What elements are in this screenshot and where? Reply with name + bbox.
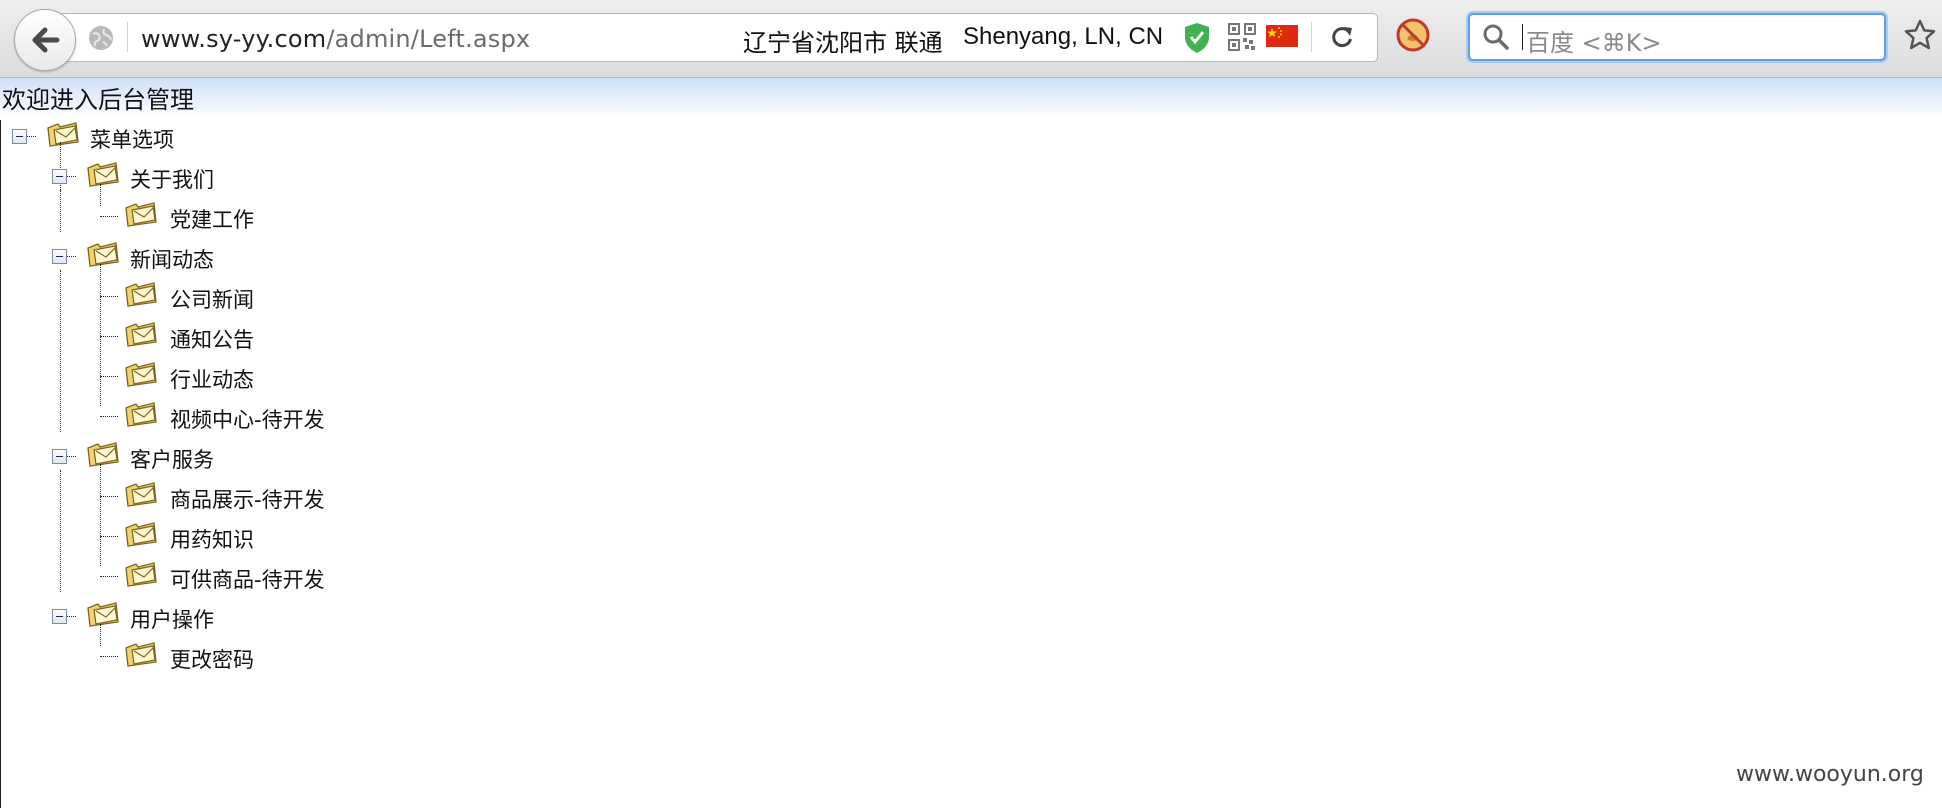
tree-node-label: 新闻动态	[130, 248, 214, 272]
collapse-toggle-icon[interactable]	[12, 129, 27, 144]
tree-node-label: 可供商品-待开发	[170, 568, 325, 592]
browser-toolbar: www.sy-yy.com/admin/Left.aspx 辽宁省沈阳市 联通 …	[0, 0, 1942, 78]
china-flag-icon[interactable]	[1266, 25, 1298, 51]
tree-node-label: 菜单选项	[90, 128, 174, 152]
collapse-toggle-icon[interactable]	[52, 609, 67, 624]
tree-node-label: 党建工作	[170, 208, 254, 232]
tree-leaf-node[interactable]: 公司新闻	[0, 280, 380, 312]
folder-icon	[124, 280, 158, 312]
search-box[interactable]: 百度 <⌘K>	[1468, 13, 1886, 61]
folder-icon	[124, 640, 158, 672]
tree-leaf-node[interactable]: 视频中心-待开发	[0, 400, 380, 432]
tree-group-node[interactable]: 关于我们	[0, 160, 380, 192]
menu-tree: 菜单选项 关于我们 党建工作 新闻动态 公司新闻 通知公告 行业动态 视频中心-…	[0, 118, 400, 678]
tree-group-node[interactable]: 用户操作	[0, 600, 380, 632]
tree-leaf-node[interactable]: 通知公告	[0, 320, 380, 352]
tree-leaf-node[interactable]: 商品展示-待开发	[0, 480, 380, 512]
tree-node-label: 用户操作	[130, 608, 214, 632]
collapse-toggle-icon[interactable]	[52, 449, 67, 464]
tree-node-label: 商品展示-待开发	[170, 488, 325, 512]
adblock-icon[interactable]	[1395, 17, 1431, 57]
folder-icon	[124, 360, 158, 392]
page-title: 欢迎进入后台管理	[2, 86, 194, 114]
folder-icon	[124, 400, 158, 432]
folder-icon	[46, 120, 80, 152]
collapse-toggle-icon[interactable]	[52, 249, 67, 264]
url-separator	[1311, 22, 1312, 52]
tree-node-label: 公司新闻	[170, 288, 254, 312]
tree-leaf-node[interactable]: 行业动态	[0, 360, 380, 392]
tree-node-label: 客户服务	[130, 448, 214, 472]
folder-icon	[86, 160, 120, 192]
tree-node-label: 关于我们	[130, 168, 214, 192]
tree-leaf-node[interactable]: 更改密码	[0, 640, 380, 672]
folder-icon	[86, 240, 120, 272]
tree-root-node[interactable]: 菜单选项	[0, 120, 380, 152]
reload-icon[interactable]	[1329, 24, 1355, 54]
url-separator	[127, 22, 128, 52]
tree-leaf-node[interactable]: 可供商品-待开发	[0, 560, 380, 592]
back-button[interactable]	[14, 9, 76, 71]
address-bar[interactable]: www.sy-yy.com/admin/Left.aspx 辽宁省沈阳市 联通 …	[60, 13, 1378, 62]
bookmark-star-icon[interactable]	[1904, 19, 1936, 55]
text-caret	[1522, 24, 1523, 50]
url-host: www.sy-yy.com	[141, 25, 327, 53]
search-input[interactable]: 百度 <⌘K>	[1526, 23, 1662, 58]
collapse-toggle-icon[interactable]	[52, 169, 67, 184]
globe-icon[interactable]	[87, 24, 115, 56]
folder-icon	[124, 520, 158, 552]
folder-icon	[124, 480, 158, 512]
folder-icon	[86, 600, 120, 632]
folder-icon	[124, 560, 158, 592]
tree-leaf-node[interactable]: 用药知识	[0, 520, 380, 552]
folder-icon	[124, 200, 158, 232]
folder-icon	[86, 440, 120, 472]
search-icon[interactable]	[1482, 23, 1510, 55]
tree-node-label: 行业动态	[170, 368, 254, 392]
tree-group-node[interactable]: 新闻动态	[0, 240, 380, 272]
tree-leaf-node[interactable]: 党建工作	[0, 200, 380, 232]
url-text[interactable]: www.sy-yy.com/admin/Left.aspx	[141, 25, 530, 53]
tree-node-label: 通知公告	[170, 328, 254, 352]
page-header: 欢迎进入后台管理	[0, 78, 1942, 118]
back-arrow-icon	[32, 27, 60, 53]
url-path: /admin/Left.aspx	[326, 25, 531, 53]
ip-location-cn: 辽宁省沈阳市 联通	[743, 29, 943, 57]
watermark-text: www.wooyun.org	[1736, 762, 1924, 787]
tree-node-label: 用药知识	[170, 528, 254, 552]
qr-code-icon[interactable]	[1228, 23, 1256, 55]
tree-group-node[interactable]: 客户服务	[0, 440, 380, 472]
tree-node-label: 更改密码	[170, 648, 254, 672]
ip-location-en: Shenyang, LN, CN	[963, 23, 1164, 50]
folder-icon	[124, 320, 158, 352]
tree-node-label: 视频中心-待开发	[170, 408, 325, 432]
shield-check-icon[interactable]	[1183, 22, 1211, 58]
